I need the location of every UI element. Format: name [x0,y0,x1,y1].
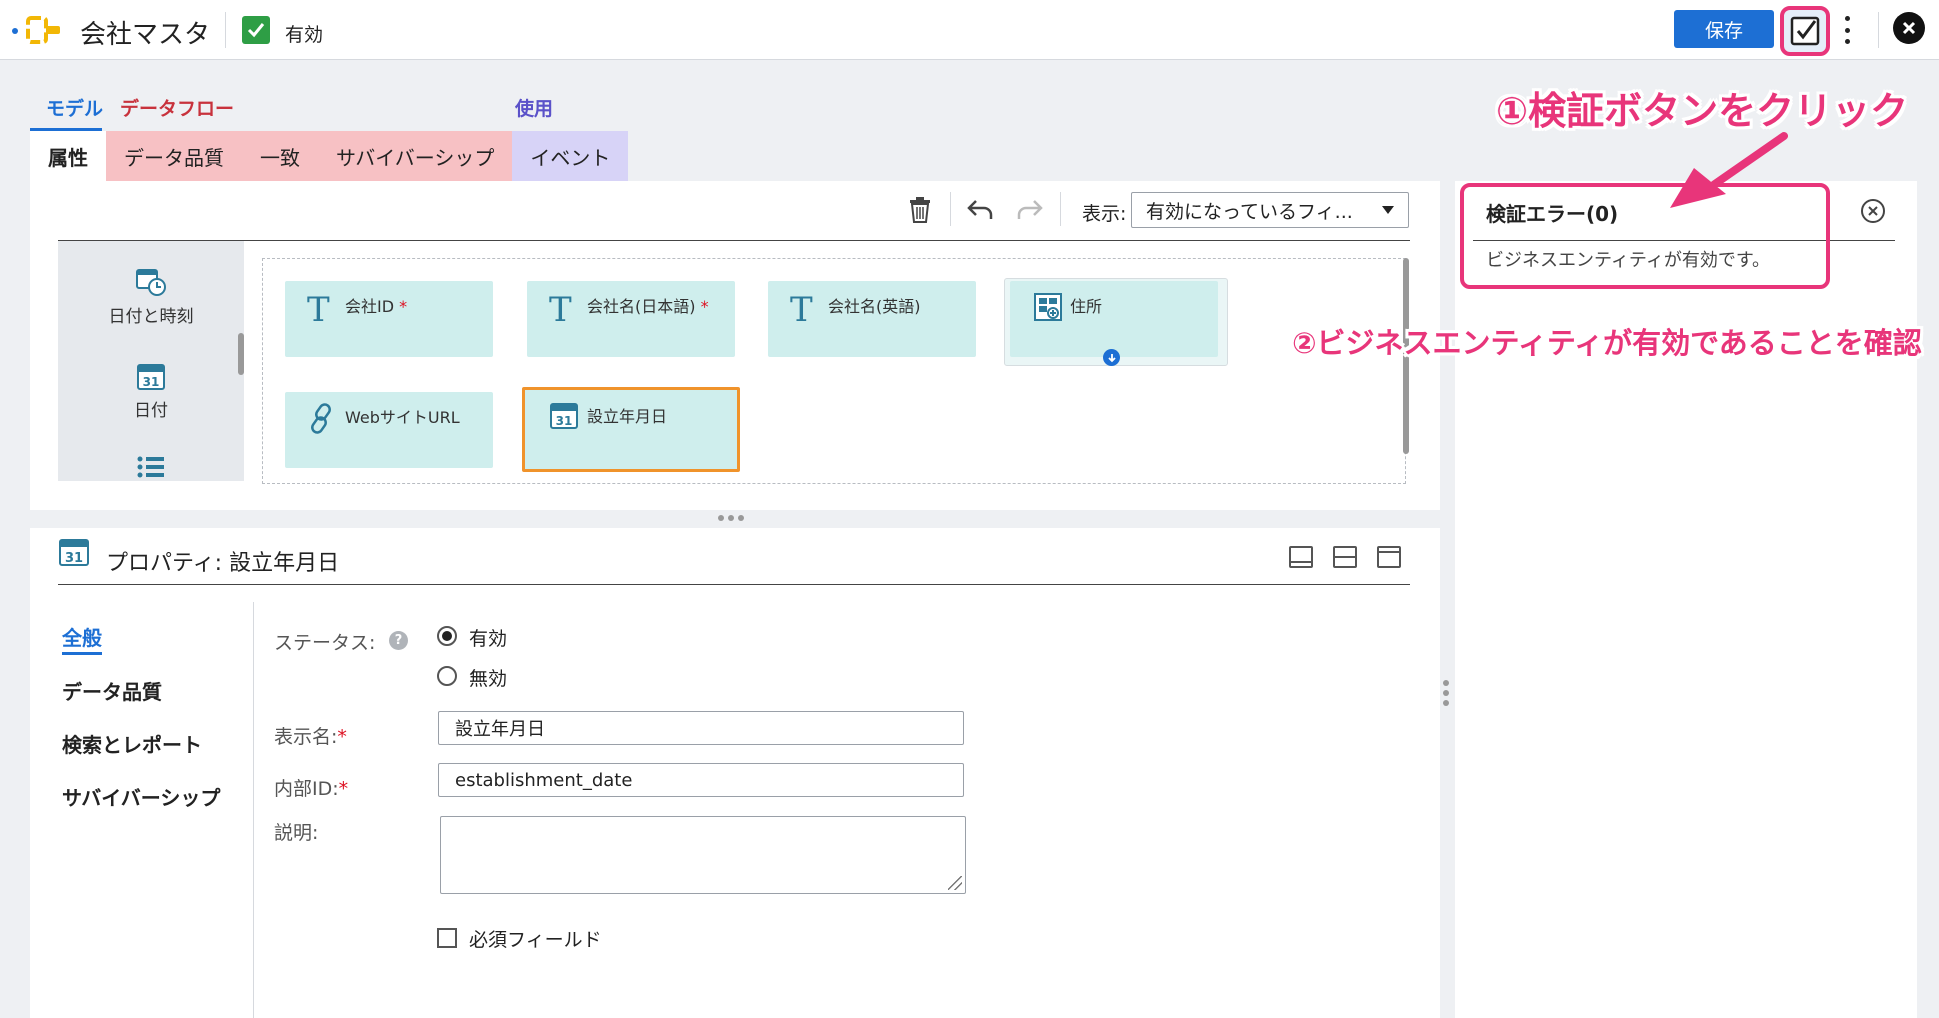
validation-panel [1455,181,1917,1018]
annotation-step2: ②ビジネスエンティティが有効であることを確認 [1292,326,1922,360]
header-divider-right [1878,12,1879,48]
more-options-icon[interactable] [1840,16,1854,44]
palette-scrollbar[interactable] [238,333,244,375]
status-field-label: ステータス: [274,632,376,654]
required-mark: * [700,297,709,316]
list-icon [137,456,164,478]
panel-resize-handle[interactable] [718,515,744,521]
validate-check-icon [1790,16,1820,46]
tab-group-dataflow: データフロー [120,98,235,120]
close-icon[interactable] [1893,12,1925,44]
status-inactive-label: 無効 [469,668,508,690]
group-icon [1034,293,1062,321]
calendar-icon: 31 [550,403,578,429]
field-label: 会社名(日本語) [587,297,696,316]
tab-bar: 属性 データ品質 一致 サバイバーシップ イベント [30,131,629,181]
toolbar-divider [950,192,951,226]
description-label: 説明: [274,822,319,844]
layout-top-icon[interactable] [1377,546,1401,568]
status-inactive-radio[interactable] [437,666,457,686]
display-name-input[interactable]: 設立年月日 [438,711,964,745]
datetime-icon [136,269,166,296]
status-label: 有効 [285,24,324,46]
undo-icon[interactable] [966,198,994,222]
annotation-arrow-icon [1670,132,1788,208]
palette-item-label: 日付 [134,401,168,421]
properties-nav-divider [253,602,254,1018]
expand-down-icon[interactable] [1103,349,1120,366]
nav-search-report[interactable]: 検索とレポート [62,729,202,758]
palette-item-label: 日付と時刻 [108,307,194,327]
palette-item-datetime[interactable]: 日付と時刻 [58,267,244,327]
properties-divider [58,584,1410,585]
panel-splitter-handle[interactable] [1443,680,1449,706]
svg-text:31: 31 [65,551,83,566]
required-field-checkbox[interactable] [437,928,457,948]
canvas-divider [58,240,1410,241]
text-type-icon: T [549,290,572,330]
redo-icon[interactable] [1016,198,1044,222]
palette-item-list[interactable] [58,455,244,481]
toolbar-divider-2 [1060,192,1061,226]
field-label: 設立年月日 [587,407,668,426]
field-label: WebサイトURL [345,408,460,427]
status-active-radio[interactable] [437,626,457,646]
help-icon[interactable]: ? [389,631,408,650]
text-type-icon: T [307,290,330,330]
description-textarea[interactable] [440,816,966,894]
top-bar: 会社マスタ 有効 保存 [0,0,1939,60]
svg-text:31: 31 [556,414,573,428]
status-check-icon [242,16,270,44]
tab-group-use: 使用 [515,98,554,120]
field-card-company-id[interactable]: T 会社ID * [285,281,493,357]
field-card-company-name-en[interactable]: T 会社名(英語) [768,281,976,357]
validate-button[interactable] [1780,6,1830,56]
display-name-label: 表示名:* [274,726,347,748]
field-type-palette: 日付と時刻 31 日付 [58,241,244,481]
svg-text:31: 31 [143,375,160,389]
text-type-icon: T [790,290,813,330]
properties-title: プロパティ: 設立年月日 [106,551,340,576]
tab-attributes[interactable]: 属性 [30,131,106,181]
field-label: 会社名(英語) [828,297,921,316]
tab-survivorship[interactable]: サバイバーシップ [318,131,513,181]
save-button[interactable]: 保存 [1674,10,1774,48]
tab-group-model: モデル [46,98,104,120]
status-active-label: 有効 [469,628,508,650]
resize-grip-icon[interactable] [948,876,962,890]
close-icon[interactable] [1861,199,1885,223]
nav-data-quality[interactable]: データ品質 [62,676,162,705]
annotation-step1: ①検証ボタンをクリック [1496,89,1909,133]
tab-data-quality[interactable]: データ品質 [106,131,242,181]
layout-split-icon[interactable] [1333,546,1357,568]
delete-icon[interactable] [908,196,932,224]
tab-events[interactable]: イベント [512,131,629,181]
field-card-address[interactable]: 住所 [1010,281,1218,357]
palette-item-date[interactable]: 31 日付 [58,361,244,421]
internal-id-input[interactable]: establishment_date [438,763,964,797]
field-label: 会社ID [345,297,395,316]
header-divider [225,12,226,48]
field-card-company-name-ja[interactable]: T 会社名(日本語) * [527,281,735,357]
field-label: 住所 [1070,297,1103,316]
field-card-website-url[interactable]: WebサイトURL [285,392,493,468]
view-filter-select[interactable]: 有効になっているフィ... [1131,192,1409,228]
page-title: 会社マスタ [80,20,211,50]
link-icon [311,403,331,434]
field-card-established-date[interactable]: 31 設立年月日 [522,387,740,472]
calendar-icon: 31 [137,364,165,390]
view-filter-value: 有効になっているフィ... [1146,200,1353,223]
layout-bottom-icon[interactable] [1289,546,1313,568]
calendar-icon: 31 [59,539,89,566]
chevron-down-icon [1382,206,1394,214]
required-field-label: 必須フィールド [469,929,602,951]
app-logo-icon [12,16,60,44]
view-filter-label: 表示: [1082,203,1127,225]
internal-id-label: 内部ID:* [274,778,349,800]
nav-general[interactable]: 全般 [62,622,102,655]
tab-match[interactable]: 一致 [242,131,318,181]
nav-survivorship[interactable]: サバイバーシップ [62,782,220,811]
required-mark: * [399,297,408,316]
